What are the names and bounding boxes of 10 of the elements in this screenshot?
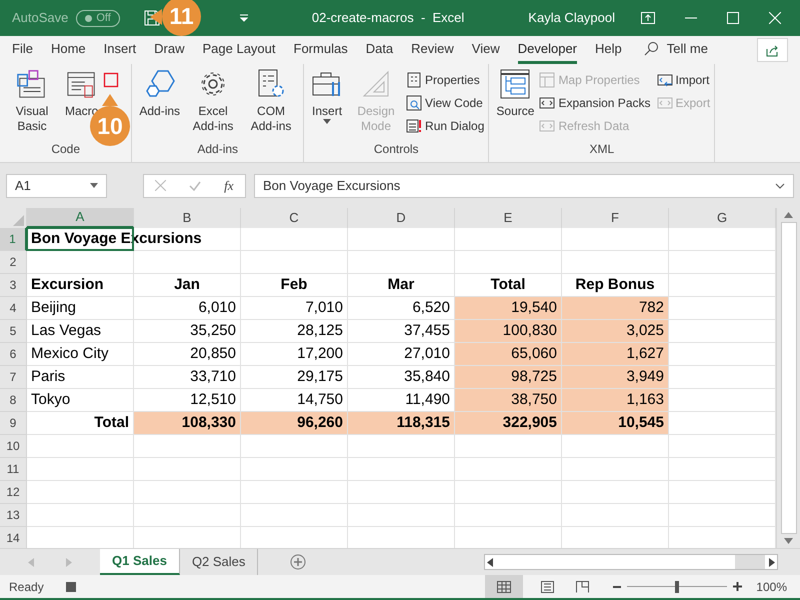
group-label: Code [50,141,82,158]
autosave-label: AutoSave [12,9,68,28]
cell-reference: A1 [15,176,32,195]
window-title: 02-create-macros - Excel [312,9,464,28]
user-name: Kayla Claypool [528,9,616,28]
status-text: Ready [9,578,44,596]
group-label: Controls [372,141,420,158]
group-label: Add-ins [196,141,240,158]
formula-text: Bon Voyage Excursions [263,176,402,195]
group-label: XML [588,141,616,158]
